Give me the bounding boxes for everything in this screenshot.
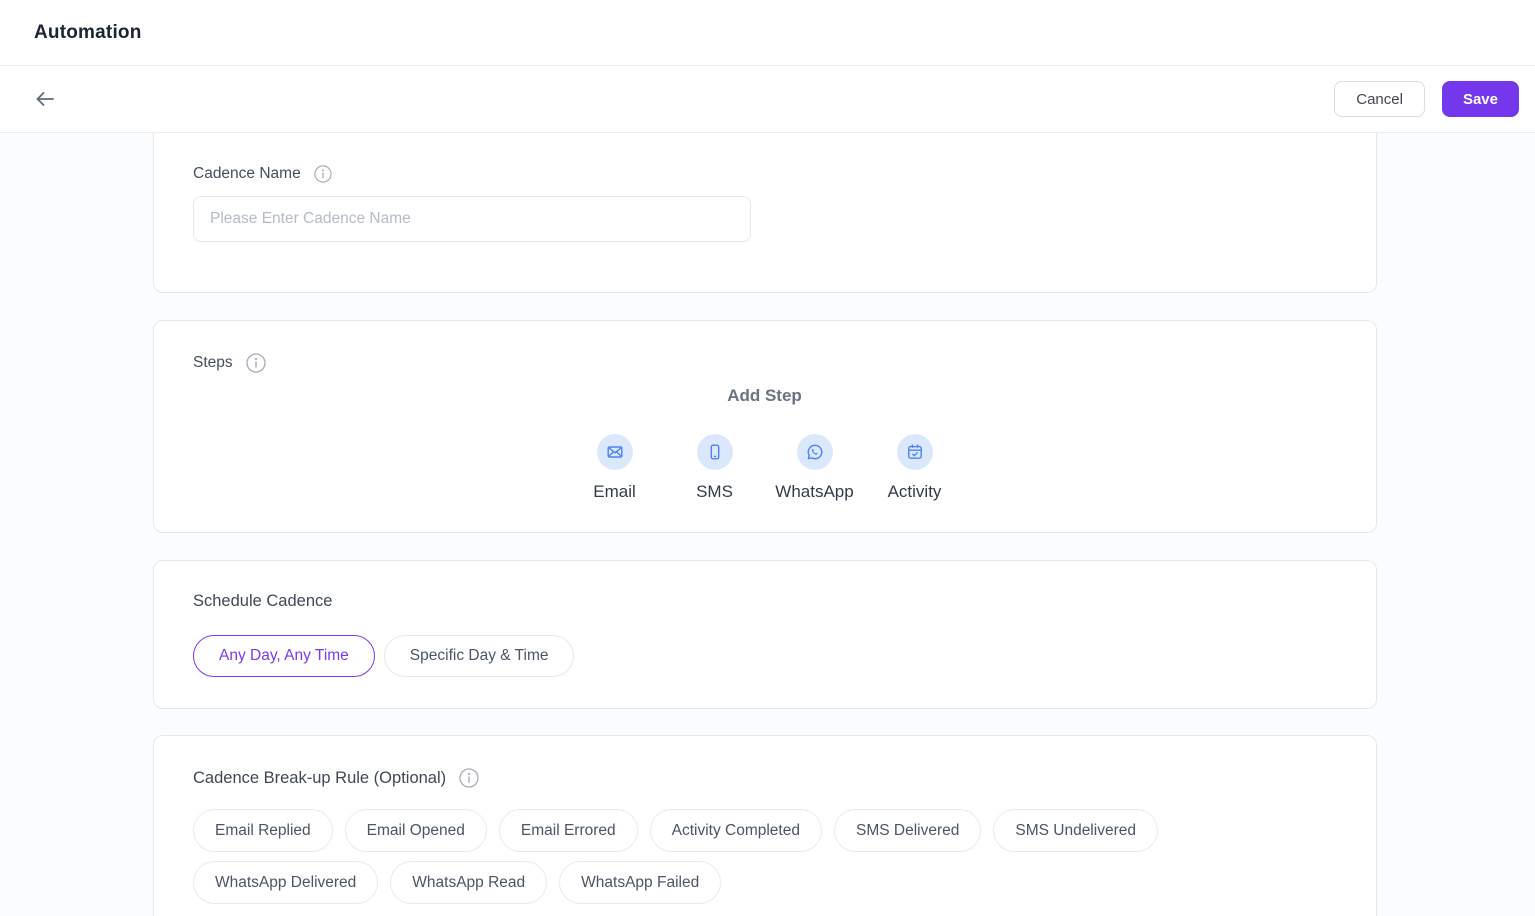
cadence-name-label: Cadence Name bbox=[193, 165, 301, 183]
breakup-rule-label-row: Cadence Break-up Rule (Optional) bbox=[193, 768, 1336, 788]
schedule-option-specific-day[interactable]: Specific Day & Time bbox=[384, 635, 575, 677]
cancel-button[interactable]: Cancel bbox=[1334, 81, 1425, 117]
chip-email-errored[interactable]: Email Errored bbox=[499, 809, 638, 852]
cadence-name-input[interactable] bbox=[193, 196, 751, 242]
back-button[interactable] bbox=[28, 82, 62, 116]
steps-card: Steps Add Step bbox=[153, 320, 1377, 533]
schedule-cadence-title: Schedule Cadence bbox=[193, 592, 1336, 611]
back-arrow-icon bbox=[33, 87, 57, 111]
channel-label: Email bbox=[565, 482, 665, 502]
activity-icon bbox=[897, 434, 933, 470]
channel-label: Activity bbox=[865, 482, 965, 502]
breakup-rule-card: Cadence Break-up Rule (Optional) Email R… bbox=[153, 735, 1377, 916]
add-email-step-button[interactable]: Email bbox=[565, 434, 665, 502]
add-activity-step-button[interactable]: Activity bbox=[865, 434, 965, 502]
steps-label-row: Steps bbox=[193, 353, 1336, 373]
chip-whatsapp-delivered[interactable]: WhatsApp Delivered bbox=[193, 861, 378, 904]
top-header: Automation bbox=[0, 0, 1535, 66]
info-icon[interactable] bbox=[314, 165, 332, 183]
chip-sms-undelivered[interactable]: SMS Undelivered bbox=[993, 809, 1158, 852]
channel-label: SMS bbox=[665, 482, 765, 502]
breakup-rule-title: Cadence Break-up Rule (Optional) bbox=[193, 769, 446, 788]
chip-sms-delivered[interactable]: SMS Delivered bbox=[834, 809, 981, 852]
cadence-name-card: Cadence Name bbox=[153, 133, 1377, 293]
info-icon[interactable] bbox=[459, 768, 479, 788]
chip-email-replied[interactable]: Email Replied bbox=[193, 809, 333, 852]
email-icon bbox=[597, 434, 633, 470]
chip-whatsapp-failed[interactable]: WhatsApp Failed bbox=[559, 861, 721, 904]
chip-email-opened[interactable]: Email Opened bbox=[345, 809, 487, 852]
add-whatsapp-step-button[interactable]: WhatsApp bbox=[765, 434, 865, 502]
schedule-options: Any Day, Any Time Specific Day & Time bbox=[193, 635, 1336, 677]
action-buttons: Cancel Save bbox=[1334, 81, 1519, 117]
add-sms-step-button[interactable]: SMS bbox=[665, 434, 765, 502]
schedule-option-any-day[interactable]: Any Day, Any Time bbox=[193, 635, 375, 677]
breakup-rule-chips: Email Replied Email Opened Email Errored… bbox=[193, 809, 1336, 904]
cadence-name-label-row: Cadence Name bbox=[193, 165, 1336, 183]
add-step-block: Add Step Email bbox=[193, 386, 1336, 502]
steps-label: Steps bbox=[193, 354, 233, 372]
schedule-cadence-card: Schedule Cadence Any Day, Any Time Speci… bbox=[153, 560, 1377, 709]
channel-label: WhatsApp bbox=[765, 482, 865, 502]
save-button[interactable]: Save bbox=[1442, 81, 1519, 117]
form-container: Cadence Name Steps bbox=[153, 133, 1377, 916]
main-content: Cadence Name Steps bbox=[0, 133, 1535, 916]
add-step-title: Add Step bbox=[193, 386, 1336, 406]
action-bar: Cancel Save bbox=[0, 66, 1535, 133]
chip-activity-completed[interactable]: Activity Completed bbox=[650, 809, 822, 852]
chip-whatsapp-read[interactable]: WhatsApp Read bbox=[390, 861, 547, 904]
whatsapp-icon bbox=[797, 434, 833, 470]
page-title: Automation bbox=[34, 22, 142, 44]
info-icon[interactable] bbox=[246, 353, 266, 373]
sms-icon bbox=[697, 434, 733, 470]
channel-buttons: Email SMS bbox=[193, 434, 1336, 502]
